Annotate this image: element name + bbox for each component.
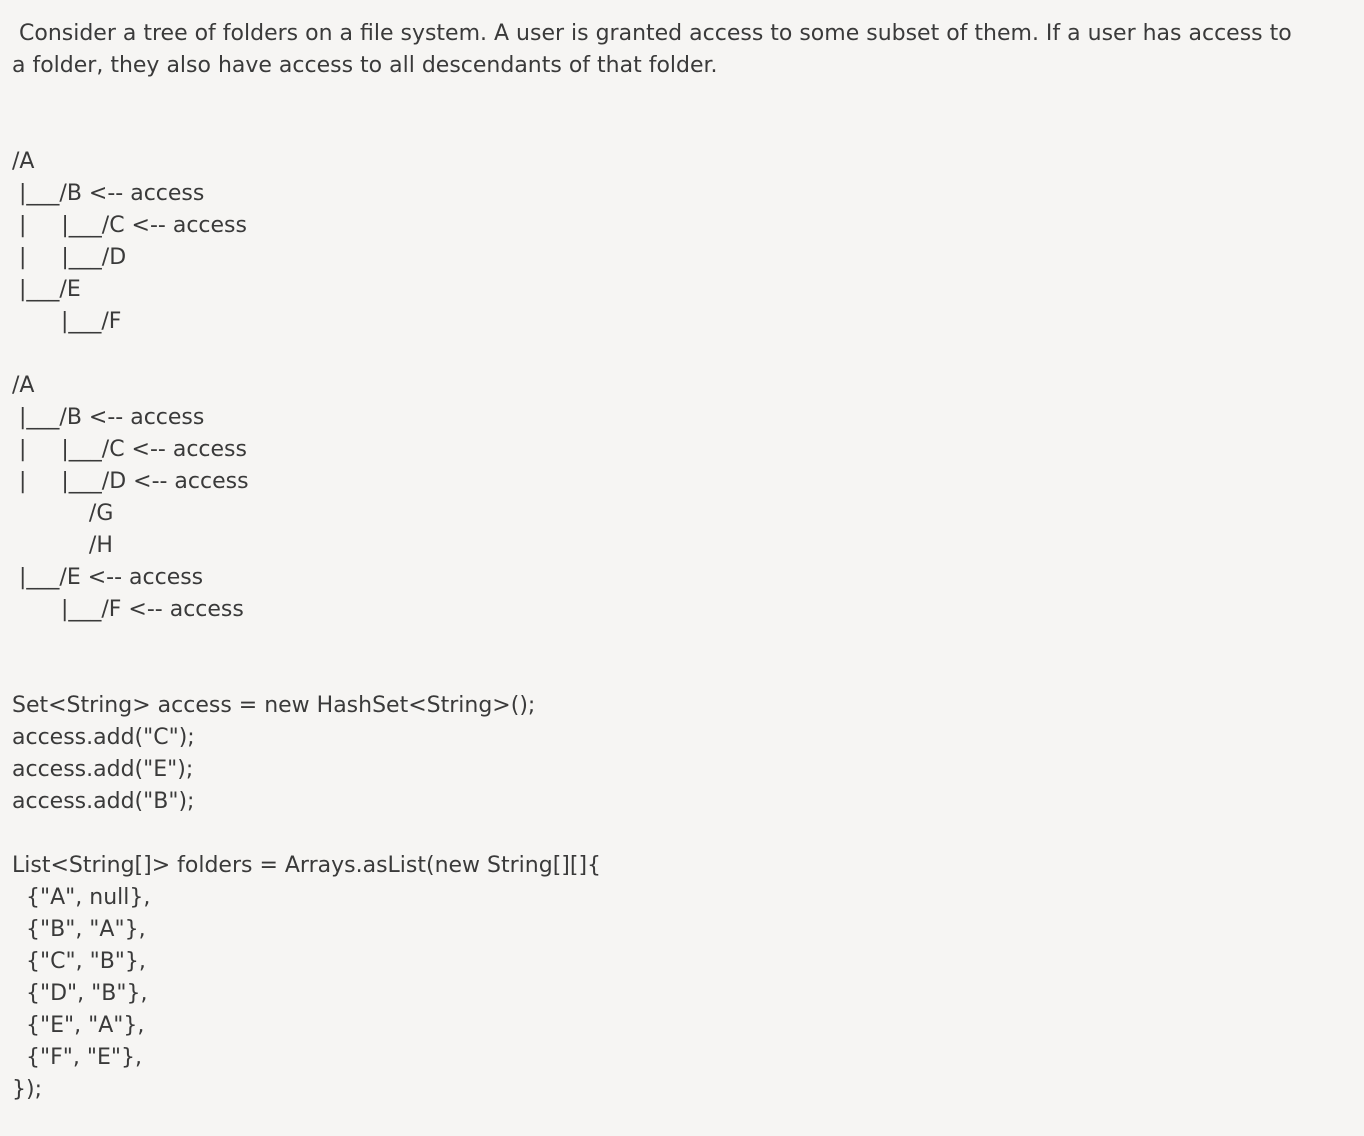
tree-line: | |___/D <-- access [12,469,249,494]
code-line: }); [12,1077,42,1102]
code-line: {"C", "B"}, [12,949,146,974]
tree-line: | |___/D [12,245,127,270]
tree-line: |___/B <-- access [12,405,205,430]
access-set-code: Set<String> access = new HashSet<String>… [12,690,535,818]
tree-line: /G [12,501,114,526]
code-line: Set<String> access = new HashSet<String>… [12,693,536,718]
tree-line: |___/F [12,309,122,334]
folders-list-code: List<String[]> folders = Arrays.asList(n… [12,850,601,1106]
code-line: {"A", null}, [12,885,151,910]
code-line: {"E", "A"}, [12,1013,145,1038]
problem-description: Consider a tree of folders on a file sys… [12,18,1352,82]
tree-line: |___/E [12,277,81,302]
folder-tree-example-2: /A |___/B <-- access | |___/C <-- access… [12,370,249,626]
description-line: a folder, they also have access to all d… [12,53,718,78]
note-page: Consider a tree of folders on a file sys… [0,0,1364,1136]
tree-line: | |___/C <-- access [12,437,247,462]
code-line: List<String[]> folders = Arrays.asList(n… [12,853,602,878]
code-line: {"B", "A"}, [12,917,146,942]
folder-tree-example-1: /A |___/B <-- access | |___/C <-- access… [12,146,247,338]
code-line: access.add("E"); [12,757,194,782]
tree-line: |___/E <-- access [12,565,204,590]
tree-line: /H [12,533,113,558]
tree-line: |___/B <-- access [12,181,205,206]
tree-line: | |___/C <-- access [12,213,247,238]
code-line: access.add("B"); [12,789,195,814]
tree-line: |___/F <-- access [12,597,244,622]
tree-line: /A [12,373,35,398]
code-line: {"F", "E"}, [12,1045,142,1070]
tree-line: /A [12,149,35,174]
code-line: {"D", "B"}, [12,981,148,1006]
code-line: access.add("C"); [12,725,195,750]
description-line: Consider a tree of folders on a file sys… [12,21,1292,46]
